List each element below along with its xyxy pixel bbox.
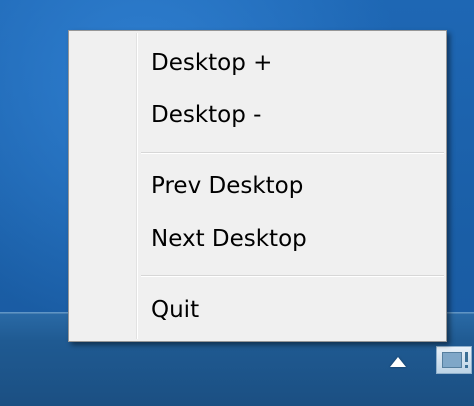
menu-separator bbox=[141, 275, 444, 277]
menu-item-prev-desktop[interactable]: Prev Desktop bbox=[72, 162, 443, 210]
menu-item-label: Next Desktop bbox=[151, 226, 307, 252]
menu-item-label: Desktop - bbox=[151, 102, 262, 128]
menu-item-label: Desktop + bbox=[151, 50, 273, 76]
menu-item-quit[interactable]: Quit bbox=[72, 286, 443, 334]
tray-context-menu: Desktop + Desktop - Prev Desktop Next De… bbox=[68, 30, 447, 342]
tray-icon-exclaim-bar bbox=[465, 352, 468, 362]
menu-item-label: Prev Desktop bbox=[151, 173, 304, 199]
menu-item-next-desktop[interactable]: Next Desktop bbox=[72, 215, 443, 263]
menu-separator bbox=[141, 152, 444, 154]
tray-icon-window-shape bbox=[442, 352, 462, 368]
virtual-desktop-tray-icon[interactable] bbox=[436, 346, 472, 374]
menu-item-label: Quit bbox=[151, 297, 200, 323]
menu-item-desktop-minus[interactable]: Desktop - bbox=[72, 91, 443, 139]
tray-icon-exclaim-dot bbox=[465, 365, 468, 368]
show-hidden-icons-icon[interactable] bbox=[390, 357, 406, 367]
menu-item-desktop-plus[interactable]: Desktop + bbox=[72, 39, 443, 87]
